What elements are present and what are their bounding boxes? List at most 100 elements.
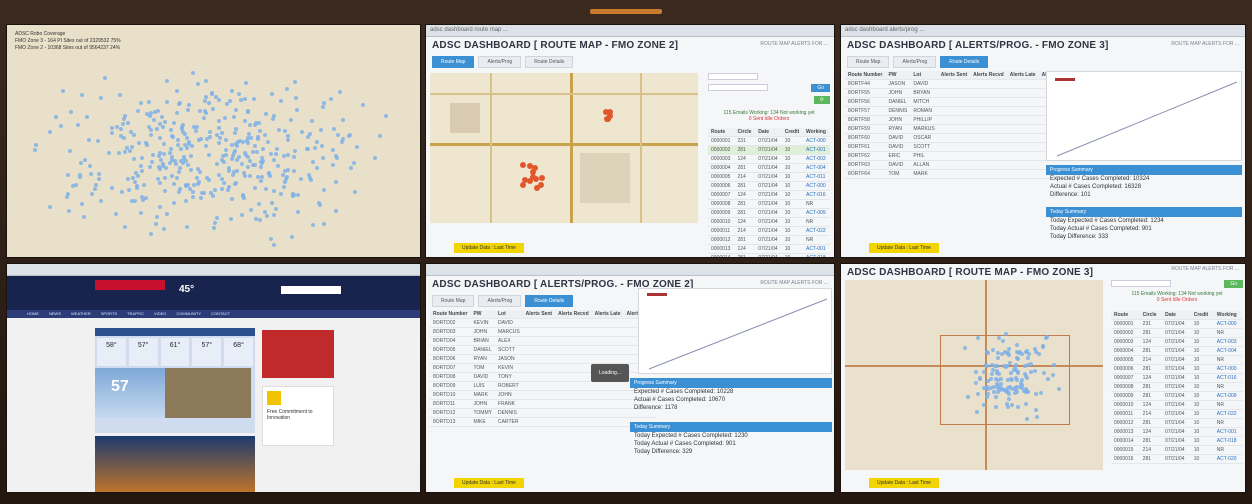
video-promo[interactable] <box>95 436 255 492</box>
map-marker[interactable] <box>244 81 249 86</box>
map-marker[interactable] <box>537 182 544 189</box>
column-header[interactable]: Date <box>755 128 782 137</box>
map-marker[interactable] <box>103 75 108 80</box>
column-header[interactable]: Working <box>802 128 830 137</box>
column-header[interactable]: Alerts Recvd <box>970 71 1007 80</box>
table-row[interactable]: 0000002 281 07/21/04 10 NR <box>1111 328 1243 338</box>
map-marker[interactable] <box>320 104 325 109</box>
map-marker[interactable] <box>165 211 170 216</box>
map-marker[interactable] <box>235 158 240 163</box>
map-marker[interactable] <box>120 190 125 195</box>
table-row[interactable]: 8ORTD11 JOHN FRANK <box>430 399 657 409</box>
map-marker[interactable] <box>334 155 339 160</box>
map-marker[interactable] <box>174 111 179 116</box>
column-header[interactable]: PW <box>885 71 911 80</box>
map-marker[interactable] <box>210 106 215 111</box>
map-marker[interactable] <box>78 160 83 165</box>
map-marker[interactable] <box>137 141 142 146</box>
map-marker[interactable] <box>271 158 276 162</box>
map-marker[interactable] <box>146 124 151 129</box>
map-marker[interactable] <box>69 110 74 115</box>
map-marker[interactable] <box>168 127 173 132</box>
column-header[interactable]: Alerts Late <box>1006 71 1039 80</box>
map-marker[interactable] <box>1056 386 1061 391</box>
map-marker[interactable] <box>310 160 315 165</box>
map-marker[interactable] <box>290 235 295 240</box>
map-marker[interactable] <box>281 185 286 190</box>
map-marker[interactable] <box>171 181 176 186</box>
map-marker[interactable] <box>99 96 104 101</box>
map-marker[interactable] <box>141 183 146 188</box>
map-marker[interactable] <box>109 131 114 136</box>
map-marker[interactable] <box>981 402 986 407</box>
table-row[interactable]: 8ORTD03 JOHN MARCUS <box>430 327 657 337</box>
map-marker[interactable] <box>229 89 234 94</box>
map-marker[interactable] <box>335 132 340 137</box>
map-marker[interactable] <box>182 142 187 147</box>
map-marker[interactable] <box>215 161 220 166</box>
map-marker[interactable] <box>519 161 526 168</box>
map-marker[interactable] <box>206 152 211 157</box>
map-marker[interactable] <box>60 89 65 94</box>
map-marker[interactable] <box>273 152 278 157</box>
map-marker[interactable] <box>293 80 298 85</box>
map-marker[interactable] <box>154 126 159 131</box>
table-row[interactable]: 0000009 281 07/21/04 10 ACT-009 <box>708 208 830 218</box>
map-marker[interactable] <box>283 180 288 185</box>
tab-route-details[interactable]: Route Details <box>940 56 989 68</box>
map-marker[interactable] <box>296 210 301 215</box>
map-marker[interactable] <box>193 128 198 133</box>
map-marker[interactable] <box>161 227 166 232</box>
map-marker[interactable] <box>314 139 319 144</box>
map-marker[interactable] <box>214 132 219 137</box>
map-marker[interactable] <box>157 180 162 185</box>
map-marker[interactable] <box>520 182 527 189</box>
table-row[interactable]: 0000009 281 07/21/04 10 ACT-009 <box>1111 391 1243 401</box>
map-marker[interactable] <box>174 175 179 180</box>
map-marker[interactable] <box>143 196 148 201</box>
map-marker[interactable] <box>272 189 277 194</box>
search-input[interactable] <box>281 286 341 294</box>
go-button[interactable]: Go <box>811 84 830 92</box>
map-marker[interactable] <box>138 163 143 168</box>
route-map[interactable] <box>430 73 698 223</box>
map-marker[interactable] <box>1038 390 1043 395</box>
map-marker[interactable] <box>994 394 999 399</box>
map-marker[interactable] <box>333 209 338 214</box>
map-marker[interactable] <box>308 177 313 182</box>
map-marker[interactable] <box>196 138 201 143</box>
table-row[interactable]: 8ORTD05 DANIEL SCOTT <box>430 345 657 355</box>
map-marker[interactable] <box>299 130 304 135</box>
map-marker[interactable] <box>186 141 191 146</box>
map-marker[interactable] <box>260 146 265 151</box>
map-marker[interactable] <box>272 242 277 247</box>
map-marker[interactable] <box>81 214 86 219</box>
map-marker[interactable] <box>170 134 175 139</box>
update-data-button[interactable]: Update Data : Last Time <box>454 478 524 488</box>
map-marker[interactable] <box>243 97 248 102</box>
map-marker[interactable] <box>1000 338 1005 343</box>
route-select[interactable] <box>708 73 758 80</box>
map-marker[interactable] <box>239 161 244 166</box>
map-marker[interactable] <box>292 169 297 174</box>
map-marker[interactable] <box>322 188 327 193</box>
map-marker[interactable] <box>997 387 1002 392</box>
map-marker[interactable] <box>171 201 176 206</box>
map-marker[interactable] <box>274 206 279 211</box>
table-row[interactable]: 0000001 231 07/21/04 10 ACT-000 <box>1111 319 1243 329</box>
table-row[interactable]: 8ORTF59 RYAN MARKUS <box>845 124 1072 134</box>
map-marker[interactable] <box>295 193 300 198</box>
tab-route-map[interactable]: Route Map <box>432 56 475 68</box>
map-marker[interactable] <box>233 107 238 112</box>
map-marker[interactable] <box>208 190 213 195</box>
map-marker[interactable] <box>290 193 295 198</box>
map-marker[interactable] <box>257 202 262 207</box>
map-marker[interactable] <box>138 211 143 216</box>
map-marker[interactable] <box>1015 377 1020 382</box>
map-marker[interactable] <box>211 226 216 231</box>
map-marker[interactable] <box>65 172 70 177</box>
map-marker[interactable] <box>195 82 200 87</box>
map-marker[interactable] <box>156 164 161 169</box>
column-header[interactable]: Route Number <box>430 310 471 319</box>
map-marker[interactable] <box>197 109 202 114</box>
